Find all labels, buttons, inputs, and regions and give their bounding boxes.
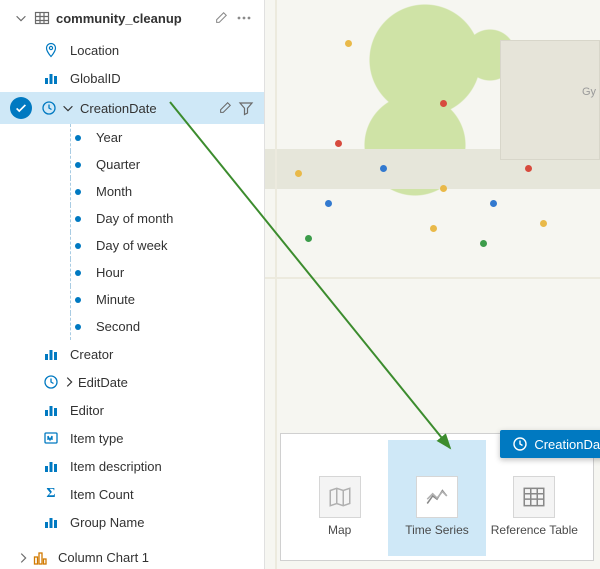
field-creationdate[interactable]: CreationDate bbox=[0, 92, 264, 124]
field-creator[interactable]: Creator bbox=[0, 340, 264, 368]
chevron-down-icon bbox=[14, 11, 28, 25]
bullet-icon bbox=[75, 270, 81, 276]
field-label: Group Name bbox=[70, 515, 254, 530]
column-chart-icon bbox=[40, 70, 62, 86]
field-itemcount[interactable]: Σ Item Count bbox=[0, 480, 264, 508]
field-itemdesc[interactable]: Item description bbox=[0, 452, 264, 480]
bullet-icon bbox=[75, 324, 81, 330]
map-building bbox=[500, 40, 600, 160]
field-location[interactable]: Location bbox=[0, 36, 264, 64]
field-label: Item Count bbox=[70, 487, 254, 502]
drop-option-label: Time Series bbox=[405, 524, 469, 552]
subfield-label: Day of week bbox=[96, 238, 168, 253]
field-label: Editor bbox=[70, 403, 254, 418]
subfield-second[interactable]: Second bbox=[0, 313, 264, 340]
subfield-label: Year bbox=[96, 130, 122, 145]
elements-list: Column Chart 1 KPI 1 bbox=[0, 544, 264, 569]
map-icon bbox=[319, 476, 361, 518]
subfield-quarter[interactable]: Quarter bbox=[0, 151, 264, 178]
column-chart-icon bbox=[30, 550, 50, 566]
subfield-label: Minute bbox=[96, 292, 135, 307]
field-label: Item description bbox=[70, 459, 254, 474]
column-chart-icon bbox=[40, 514, 62, 530]
chevron-right-icon bbox=[62, 375, 76, 389]
column-chart-icon bbox=[40, 402, 62, 418]
map-poi-label: Gy bbox=[582, 86, 596, 98]
map-point[interactable] bbox=[440, 100, 447, 107]
layer-name: community_cleanup bbox=[56, 11, 206, 26]
map-point[interactable] bbox=[295, 170, 302, 177]
field-editor[interactable]: Editor bbox=[0, 396, 264, 424]
string-field-icon bbox=[40, 430, 62, 446]
drop-option-timeseries[interactable]: Time Series CreationDate bbox=[388, 440, 485, 556]
edit-field-button[interactable] bbox=[218, 101, 232, 115]
field-groupname[interactable]: Group Name bbox=[0, 508, 264, 536]
map-point[interactable] bbox=[325, 200, 332, 207]
number-field-icon: Σ bbox=[40, 486, 62, 502]
fields-sidebar: community_cleanup Location GlobalID Crea… bbox=[0, 0, 265, 569]
field-label: Creator bbox=[70, 347, 254, 362]
drop-option-map[interactable]: Map bbox=[291, 440, 388, 556]
field-itemtype[interactable]: Item type bbox=[0, 424, 264, 452]
rename-layer-button[interactable] bbox=[214, 11, 228, 25]
field-label: EditDate bbox=[78, 375, 254, 390]
subfield-label: Hour bbox=[96, 265, 124, 280]
column-chart-icon bbox=[40, 346, 62, 362]
timeseries-icon bbox=[416, 476, 458, 518]
bullet-icon bbox=[75, 216, 81, 222]
filter-field-button[interactable] bbox=[238, 100, 254, 116]
app-root: community_cleanup Location GlobalID Crea… bbox=[0, 0, 600, 569]
element-label: Column Chart 1 bbox=[58, 550, 149, 565]
clock-icon bbox=[38, 100, 60, 116]
column-chart-icon bbox=[40, 458, 62, 474]
fields-tree: Location GlobalID CreationDate Year Quar… bbox=[0, 36, 264, 542]
subfield-label: Quarter bbox=[96, 157, 140, 172]
map-point[interactable] bbox=[480, 240, 487, 247]
field-label: Item type bbox=[70, 431, 254, 446]
layer-more-button[interactable] bbox=[236, 10, 252, 26]
map-point[interactable] bbox=[380, 165, 387, 172]
field-editdate[interactable]: EditDate bbox=[0, 368, 264, 396]
bullet-icon bbox=[75, 135, 81, 141]
map-point[interactable] bbox=[540, 220, 547, 227]
chevron-right-icon bbox=[16, 551, 30, 565]
map-point[interactable] bbox=[305, 235, 312, 242]
clock-icon bbox=[40, 374, 62, 390]
subfield-year[interactable]: Year bbox=[0, 124, 264, 151]
map-canvas[interactable]: Gy Map Time Series CreationDate bbox=[265, 0, 600, 569]
subfield-dayofweek[interactable]: Day of week bbox=[0, 232, 264, 259]
subfield-label: Month bbox=[96, 184, 132, 199]
bullet-icon bbox=[75, 297, 81, 303]
drop-option-reftable[interactable]: Reference Table bbox=[486, 440, 583, 556]
subfield-month[interactable]: Month bbox=[0, 178, 264, 205]
layer-header-row[interactable]: community_cleanup bbox=[0, 0, 264, 36]
table-icon bbox=[513, 476, 555, 518]
subfield-label: Second bbox=[96, 319, 140, 334]
subfield-minute[interactable]: Minute bbox=[0, 286, 264, 313]
chevron-down-icon bbox=[60, 101, 76, 115]
map-point[interactable] bbox=[335, 140, 342, 147]
drop-option-label: Map bbox=[328, 524, 351, 552]
map-point[interactable] bbox=[440, 185, 447, 192]
map-point[interactable] bbox=[490, 200, 497, 207]
map-point[interactable] bbox=[525, 165, 532, 172]
map-point[interactable] bbox=[345, 40, 352, 47]
check-circle-icon bbox=[10, 97, 32, 119]
drop-option-label: Reference Table bbox=[491, 524, 578, 552]
subfield-dayofmonth[interactable]: Day of month bbox=[0, 205, 264, 232]
bullet-icon bbox=[75, 189, 81, 195]
field-label: Location bbox=[70, 43, 254, 58]
subfield-hour[interactable]: Hour bbox=[0, 259, 264, 286]
location-pin-icon bbox=[40, 42, 62, 58]
drop-target-panel: Map Time Series CreationDate Reference T… bbox=[280, 433, 594, 561]
subfield-label: Day of month bbox=[96, 211, 173, 226]
field-label: CreationDate bbox=[80, 101, 212, 116]
map-point[interactable] bbox=[430, 225, 437, 232]
element-columnchart[interactable]: Column Chart 1 bbox=[0, 544, 264, 569]
field-globalid[interactable]: GlobalID bbox=[0, 64, 264, 92]
field-label: GlobalID bbox=[70, 71, 254, 86]
bullet-icon bbox=[75, 243, 81, 249]
table-icon bbox=[34, 10, 50, 26]
bullet-icon bbox=[75, 162, 81, 168]
